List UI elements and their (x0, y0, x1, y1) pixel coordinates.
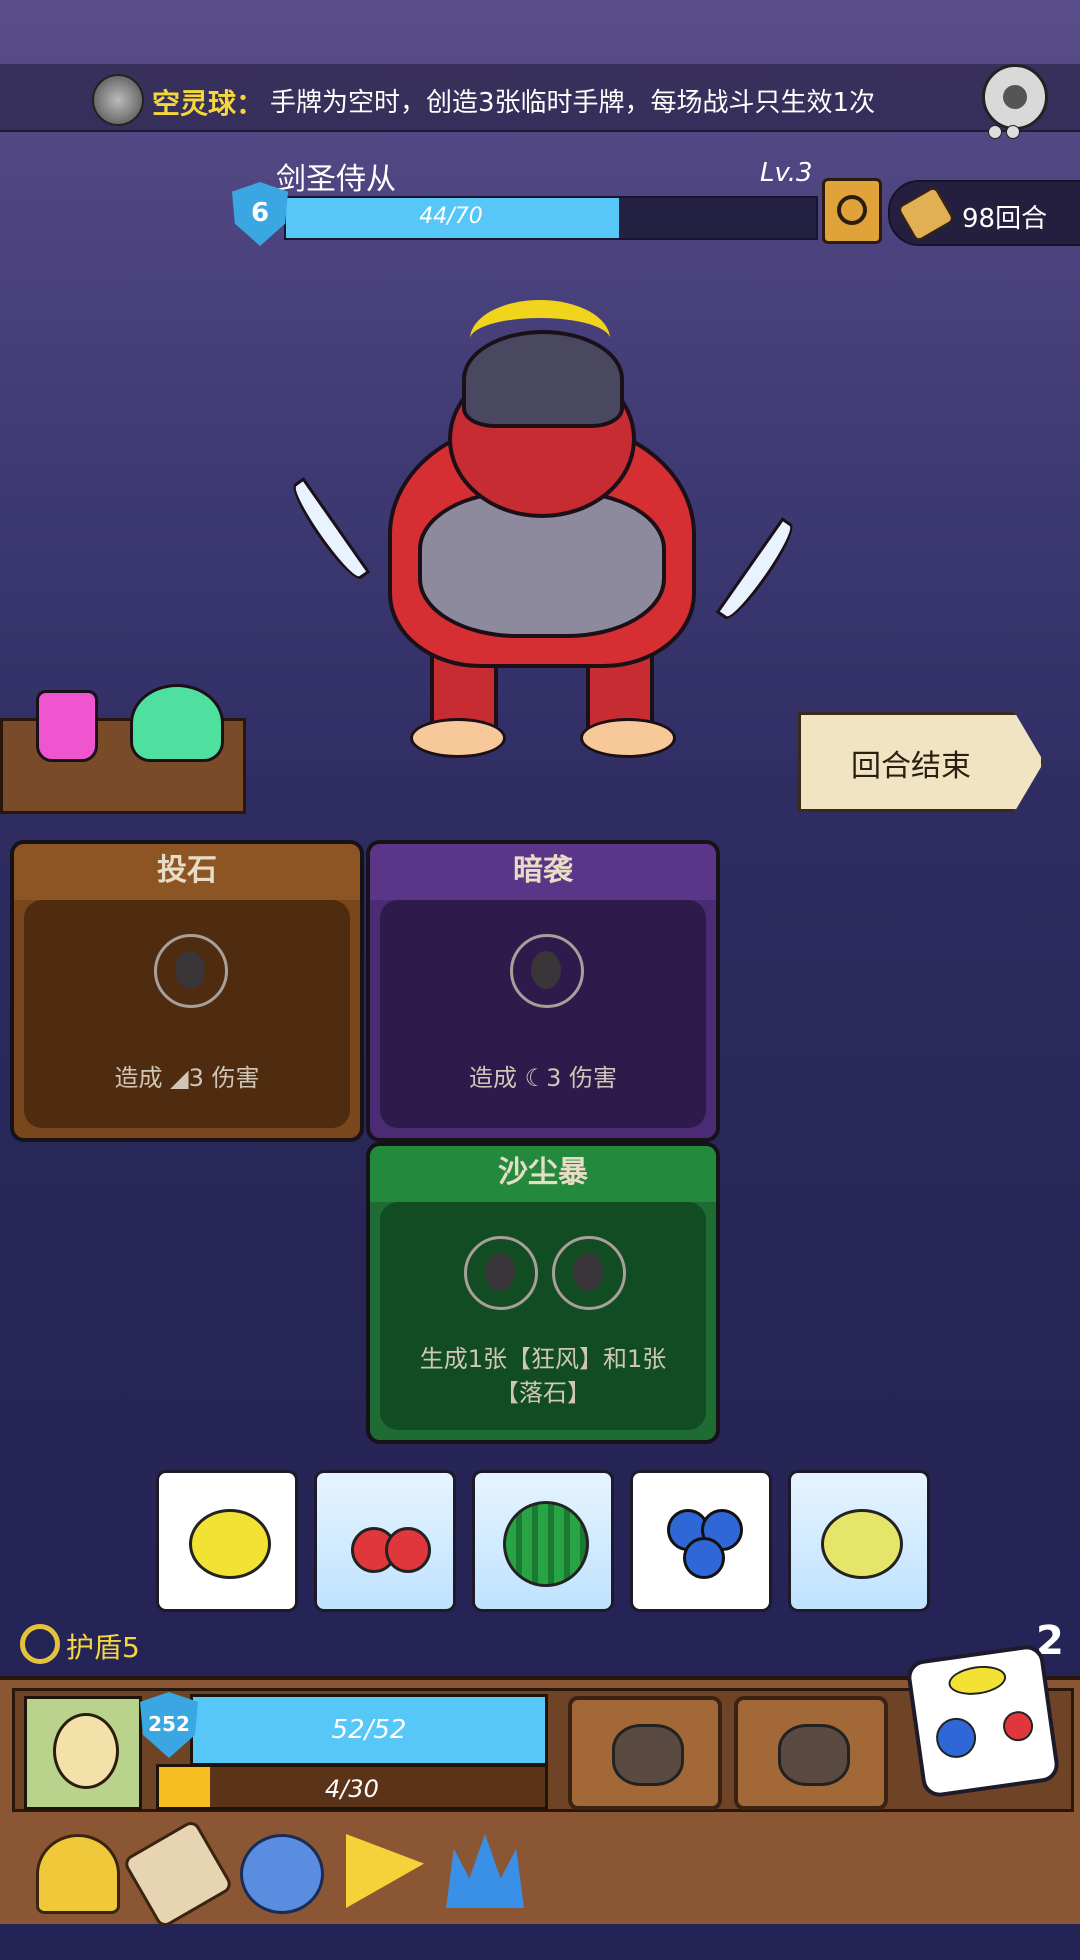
enemy-name: 剑圣侍从 (276, 162, 396, 197)
dice-slot[interactable] (154, 934, 228, 1008)
card-effect-text: 造成 ☾3 伤害 (468, 1064, 618, 1092)
lemon-icon (189, 1509, 271, 1579)
card-title: 投石 (14, 844, 360, 900)
card-sandstorm[interactable]: 沙尘暴 生成1张【狂风】和1张【落石】 (366, 1142, 720, 1444)
skill-shovel-icon[interactable] (734, 1696, 888, 1810)
player-xp-text: 4/30 (325, 1775, 379, 1803)
end-turn-label: 回合结束 (851, 749, 971, 784)
enemy-shield-value: 6 (250, 198, 270, 228)
green-potion-icon[interactable] (130, 684, 224, 762)
card-body: 生成1张【狂风】和1张【落石】 (380, 1202, 706, 1430)
card-body: 造成 ☾3 伤害 (380, 900, 706, 1128)
cherry-icon (1001, 1709, 1036, 1744)
enemy-helmet-horns (470, 300, 610, 378)
player-shield-value: 252 (148, 1712, 190, 1736)
player-hp-text: 52/52 (331, 1715, 407, 1745)
watermelon-icon (503, 1501, 589, 1587)
enemy-hp-text: 44/70 (419, 204, 483, 229)
pink-potion-icon[interactable] (36, 690, 98, 762)
die-lemon[interactable] (156, 1470, 298, 1612)
card-ambush[interactable]: 暗袭 造成 ☾3 伤害 (366, 840, 720, 1142)
dice-slot[interactable] (464, 1236, 538, 1310)
enemy-hp-bar: 44/70 (284, 196, 818, 240)
die-blueberry[interactable] (630, 1470, 772, 1612)
player-avatar[interactable] (24, 1696, 142, 1810)
card-body: 造成 ◢3 伤害 (24, 900, 350, 1128)
lemon-icon (821, 1509, 903, 1579)
blob-icon[interactable] (240, 1834, 324, 1914)
card-title: 暗袭 (370, 844, 716, 900)
card-title: 沙尘暴 (370, 1146, 716, 1202)
cherry-icon (347, 1509, 431, 1573)
player-xp-bar: 4/30 (156, 1764, 548, 1810)
player-shield-label: 护盾5 (66, 1631, 140, 1664)
blueberry-icon (663, 1509, 743, 1579)
relic-name: 空灵球： (152, 87, 265, 120)
gear-dots-icon (988, 124, 1034, 139)
enemy-foot-left (410, 718, 506, 758)
card-effect-text: 造成 ◢3 伤害 (114, 1064, 260, 1092)
enemy-level: Lv.3 (760, 158, 813, 188)
shield-icon (20, 1624, 60, 1664)
dice-slot[interactable] (552, 1236, 626, 1310)
end-turn-button[interactable]: 回合结束 (798, 712, 1044, 812)
card-effect-text: 生成1张【狂风】和1张【落石】 (419, 1345, 667, 1407)
relic-description: 手牌为空时，创造3张临时手牌，每场战斗只生效1次 (270, 88, 876, 118)
reroll-dice-button[interactable] (905, 1643, 1061, 1799)
spirit-orb-icon (92, 74, 144, 126)
player-hp-bar: 52/52 (190, 1694, 548, 1766)
skill-spiked-fist-icon[interactable] (568, 1696, 722, 1810)
die-cherry-frozen[interactable] (314, 1470, 456, 1612)
helmet-icon[interactable] (36, 1834, 120, 1914)
settings-gear-icon[interactable] (982, 64, 1048, 130)
turn-count-text: 98回合 (962, 204, 1048, 234)
dice-slot[interactable] (510, 934, 584, 1008)
enemy-foot-right (580, 718, 676, 758)
card-stone-throw[interactable]: 投石 造成 ◢3 伤害 (10, 840, 364, 1142)
die-watermelon-frozen[interactable] (472, 1470, 614, 1612)
die-lemon-frozen[interactable] (788, 1470, 930, 1612)
enemy-info-button[interactable] (822, 178, 882, 244)
